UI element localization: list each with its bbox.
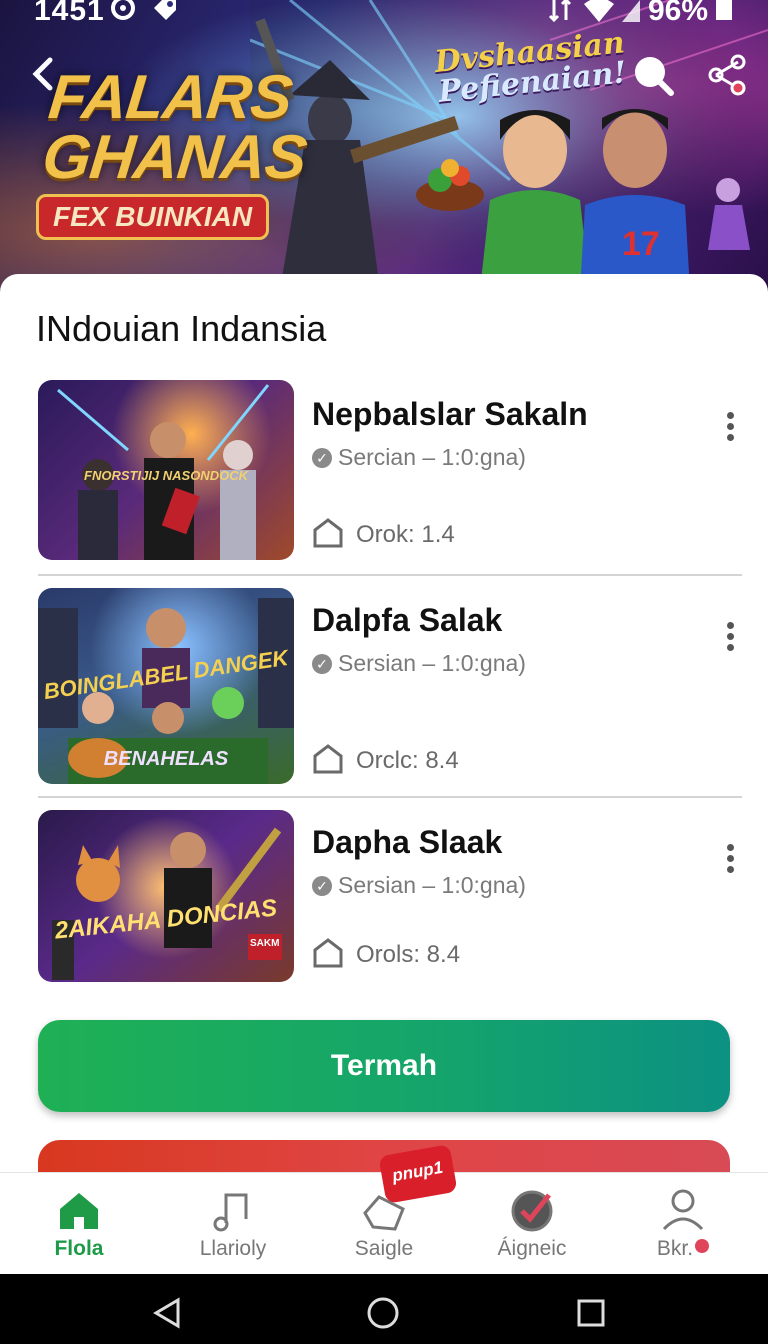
profile-icon: [662, 1189, 704, 1231]
content-panel: INdouian Indansia FNORSTIJIJ NASONDOCK N…: [0, 274, 768, 1200]
status-time: 1451: [34, 0, 105, 27]
nav-item-music[interactable]: Llarioly: [158, 1173, 308, 1275]
divider: [38, 574, 742, 576]
more-dot-icon: [726, 622, 734, 629]
more-dot-icon: [726, 412, 734, 419]
primary-action-button[interactable]: Termah: [38, 1020, 730, 1112]
system-home-icon[interactable]: [366, 1296, 400, 1330]
game-meta-text: Orols: 8.4: [356, 941, 461, 968]
nav-label-text: Bkr.: [656, 1237, 694, 1260]
nav-label: Llarioly: [199, 1237, 267, 1260]
game-meta: Orols: 8.4: [312, 936, 460, 969]
game-meta: Orok: 1.4: [312, 516, 455, 549]
nav-item-home[interactable]: Flola: [4, 1173, 154, 1275]
hero-title: FALARS GHANAS: [39, 63, 315, 192]
game-subtitle: ✓ Sersian – 1:0:gna): [312, 872, 526, 899]
badge-check-icon: [511, 1190, 553, 1232]
system-navigation-bar: [0, 1274, 768, 1344]
home-outline-icon: [313, 744, 343, 774]
more-options-button[interactable]: [718, 408, 742, 448]
game-meta: Orclc: 8.4: [312, 742, 459, 775]
nav-item-achievements[interactable]: Áigneic: [457, 1173, 607, 1275]
game-list-item[interactable]: BOINGLABEL DANGEK BENAHELAS Dalpfa Salak…: [38, 588, 742, 784]
thumbnail-caption-2: BENAHELAS: [103, 748, 229, 770]
system-back-icon[interactable]: [150, 1296, 184, 1330]
wifi-icon: [584, 0, 614, 22]
nav-label: Saigle: [354, 1237, 414, 1260]
home-outline-icon: [313, 518, 343, 548]
alarm-icon: [111, 0, 135, 20]
signal-icon: [622, 0, 640, 22]
verified-check-icon: ✓: [312, 654, 332, 674]
game-thumbnail: BOINGLABEL DANGEK BENAHELAS: [38, 588, 294, 784]
nav-label: Bkr.: [608, 1237, 758, 1261]
search-icon: [635, 57, 674, 96]
system-recents-icon[interactable]: [574, 1296, 608, 1330]
game-list-item[interactable]: FNORSTIJIJ NASONDOCK Nepbalslar Sakaln ✓…: [38, 380, 742, 560]
home-icon: [60, 1193, 98, 1229]
hero-badge: FEX BUINKIAN: [36, 194, 270, 240]
thumbnail-badge: SAKM: [250, 938, 280, 949]
share-button[interactable]: [704, 52, 750, 98]
battery-percent: 96%: [647, 0, 708, 27]
more-options-button[interactable]: [718, 618, 742, 658]
hero-title-line2: GHANAS: [39, 123, 310, 192]
more-options-button[interactable]: [718, 840, 742, 880]
game-subtitle-text: Sersian – 1:0:gna): [338, 872, 526, 898]
game-thumbnail: 2AIKAHA DONCIAS SAKM: [38, 810, 294, 982]
tag-icon: [154, 0, 176, 20]
game-subtitle-text: Sercian – 1:0:gna): [338, 444, 526, 470]
game-title: Dalpfa Salak: [312, 602, 503, 638]
verified-check-icon: ✓: [312, 448, 332, 468]
hero-banner: 17 1451 96% FALARS GHANAS FEX BUINKIAN D…: [0, 0, 768, 290]
search-button[interactable]: [630, 52, 674, 96]
nav-item-profile[interactable]: Bkr.: [608, 1173, 758, 1275]
game-title: Nepbalslar Sakaln: [312, 396, 588, 432]
nav-label: Flola: [54, 1237, 104, 1260]
game-meta-text: Orok: 1.4: [356, 521, 455, 548]
game-list-item[interactable]: 2AIKAHA DONCIAS SAKM Dapha Slaak ✓ Sersia…: [38, 810, 742, 982]
game-subtitle: ✓ Sercian – 1:0:gna): [312, 444, 526, 471]
divider: [38, 796, 742, 798]
music-note-icon: [213, 1193, 248, 1232]
status-bar: 1451 96%: [0, 0, 768, 30]
battery-icon: [716, 0, 732, 20]
data-transfer-icon: [548, 0, 572, 22]
game-subtitle: ✓ Sersian – 1:0:gna): [312, 650, 526, 677]
thumbnail-caption: FNORSTIJIJ NASONDOCK: [84, 468, 248, 483]
verified-check-icon: ✓: [312, 876, 332, 896]
home-outline-icon: [313, 938, 343, 968]
game-title: Dapha Slaak: [312, 824, 503, 860]
svg-text:17: 17: [622, 225, 660, 263]
section-title: INdouian Indansia: [36, 308, 327, 349]
share-icon: [708, 54, 746, 96]
game-meta-text: Orclc: 8.4: [356, 747, 459, 774]
nav-label: Áigneic: [497, 1237, 567, 1260]
notification-dot: [695, 1239, 710, 1253]
game-thumbnail: FNORSTIJIJ NASONDOCK: [38, 380, 294, 560]
hero-title-line1: FALARS: [45, 63, 295, 132]
more-dot-icon: [726, 844, 734, 851]
game-subtitle-text: Sersian – 1:0:gna): [338, 650, 526, 676]
